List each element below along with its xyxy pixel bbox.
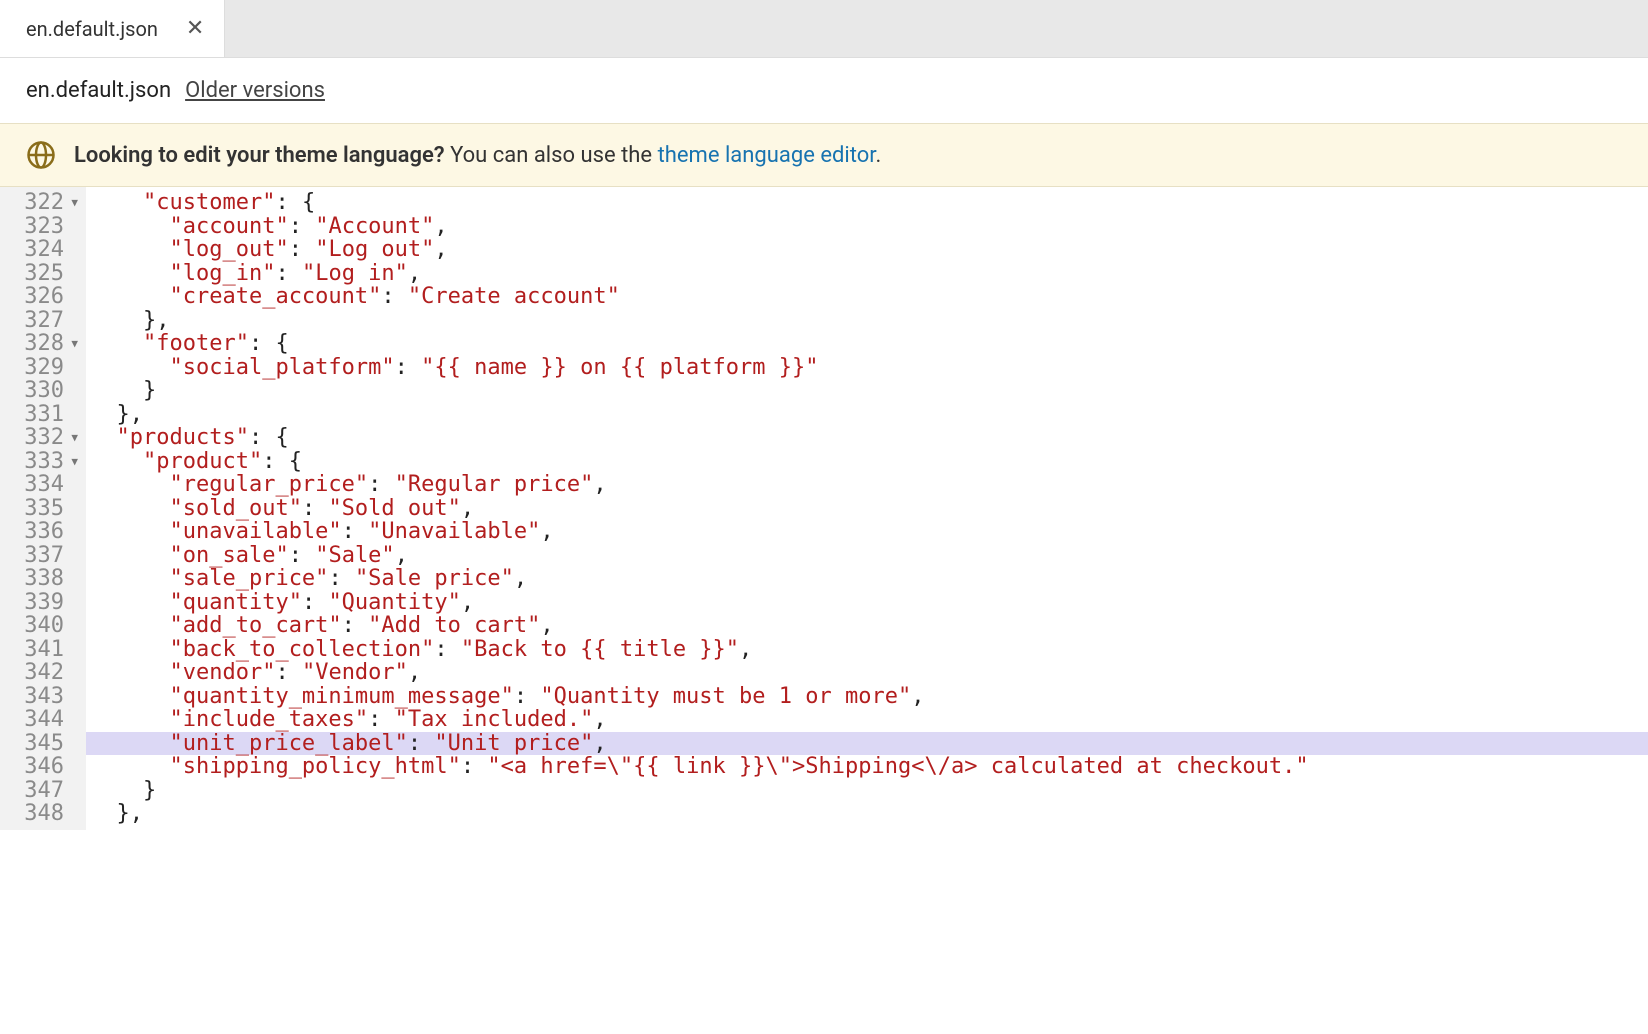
code-line[interactable]: "quantity_minimum_message": "Quantity mu… (86, 685, 1648, 709)
code-line[interactable]: "account": "Account", (86, 215, 1648, 239)
file-subheader: en.default.json Older versions (0, 58, 1648, 123)
line-number-gutter: 322▼323324325326327328▼329330331332▼333▼… (0, 187, 86, 830)
code-area[interactable]: "customer": { "account": "Account", "log… (86, 187, 1648, 830)
line-number: 347 (6, 779, 82, 803)
code-line[interactable]: "back_to_collection": "Back to {{ title … (86, 638, 1648, 662)
code-line[interactable]: "customer": { (86, 191, 1648, 215)
code-line[interactable]: "add_to_cart": "Add to cart", (86, 614, 1648, 638)
line-number: 340 (6, 614, 82, 638)
line-number: 322▼ (6, 191, 82, 215)
line-number: 345 (6, 732, 82, 756)
tab-file[interactable]: en.default.json ✕ (0, 0, 225, 57)
code-line[interactable]: "shipping_policy_html": "<a href=\"{{ li… (86, 755, 1648, 779)
close-icon[interactable]: ✕ (186, 16, 204, 41)
line-number: 343 (6, 685, 82, 709)
globe-icon (26, 140, 56, 170)
older-versions-link[interactable]: Older versions (185, 78, 325, 103)
line-number: 330 (6, 379, 82, 403)
code-line[interactable]: "log_out": "Log out", (86, 238, 1648, 262)
code-line[interactable]: "footer": { (86, 332, 1648, 356)
banner-text: You can also use the (445, 143, 658, 168)
line-number: 327 (6, 309, 82, 333)
code-editor[interactable]: 322▼323324325326327328▼329330331332▼333▼… (0, 187, 1648, 830)
code-line[interactable]: "sale_price": "Sale price", (86, 567, 1648, 591)
line-number: 338 (6, 567, 82, 591)
banner-message: Looking to edit your theme language? You… (74, 143, 881, 168)
line-number: 339 (6, 591, 82, 615)
code-line[interactable]: }, (86, 802, 1648, 826)
line-number: 336 (6, 520, 82, 544)
code-line[interactable]: } (86, 379, 1648, 403)
code-line[interactable]: }, (86, 403, 1648, 427)
line-number: 337 (6, 544, 82, 568)
code-line[interactable]: "unavailable": "Unavailable", (86, 520, 1648, 544)
code-line[interactable]: "products": { (86, 426, 1648, 450)
line-number: 346 (6, 755, 82, 779)
line-number: 348 (6, 802, 82, 826)
file-title: en.default.json (26, 78, 171, 103)
code-line[interactable]: "sold_out": "Sold out", (86, 497, 1648, 521)
line-number: 332▼ (6, 426, 82, 450)
tab-filename: en.default.json (26, 17, 158, 41)
line-number: 325 (6, 262, 82, 286)
line-number: 326 (6, 285, 82, 309)
line-number: 329 (6, 356, 82, 380)
code-line[interactable]: } (86, 779, 1648, 803)
line-number: 341 (6, 638, 82, 662)
code-line[interactable]: "unit_price_label": "Unit price", (86, 732, 1648, 756)
code-line[interactable]: "include_taxes": "Tax included.", (86, 708, 1648, 732)
line-number: 333▼ (6, 450, 82, 474)
banner-tail: . (875, 143, 881, 168)
code-line[interactable]: "quantity": "Quantity", (86, 591, 1648, 615)
line-number: 324 (6, 238, 82, 262)
line-number: 334 (6, 473, 82, 497)
code-line[interactable]: "regular_price": "Regular price", (86, 473, 1648, 497)
info-banner: Looking to edit your theme language? You… (0, 123, 1648, 187)
code-line[interactable]: "on_sale": "Sale", (86, 544, 1648, 568)
line-number: 335 (6, 497, 82, 521)
code-line[interactable]: "product": { (86, 450, 1648, 474)
theme-language-editor-link[interactable]: theme language editor (658, 143, 876, 168)
code-line[interactable]: "vendor": "Vendor", (86, 661, 1648, 685)
code-line[interactable]: "social_platform": "{{ name }} on {{ pla… (86, 356, 1648, 380)
code-line[interactable]: }, (86, 309, 1648, 333)
tab-bar: en.default.json ✕ (0, 0, 1648, 58)
banner-bold: Looking to edit your theme language? (74, 143, 445, 168)
line-number: 328▼ (6, 332, 82, 356)
code-line[interactable]: "create_account": "Create account" (86, 285, 1648, 309)
line-number: 344 (6, 708, 82, 732)
code-line[interactable]: "log_in": "Log in", (86, 262, 1648, 286)
line-number: 331 (6, 403, 82, 427)
line-number: 342 (6, 661, 82, 685)
line-number: 323 (6, 215, 82, 239)
